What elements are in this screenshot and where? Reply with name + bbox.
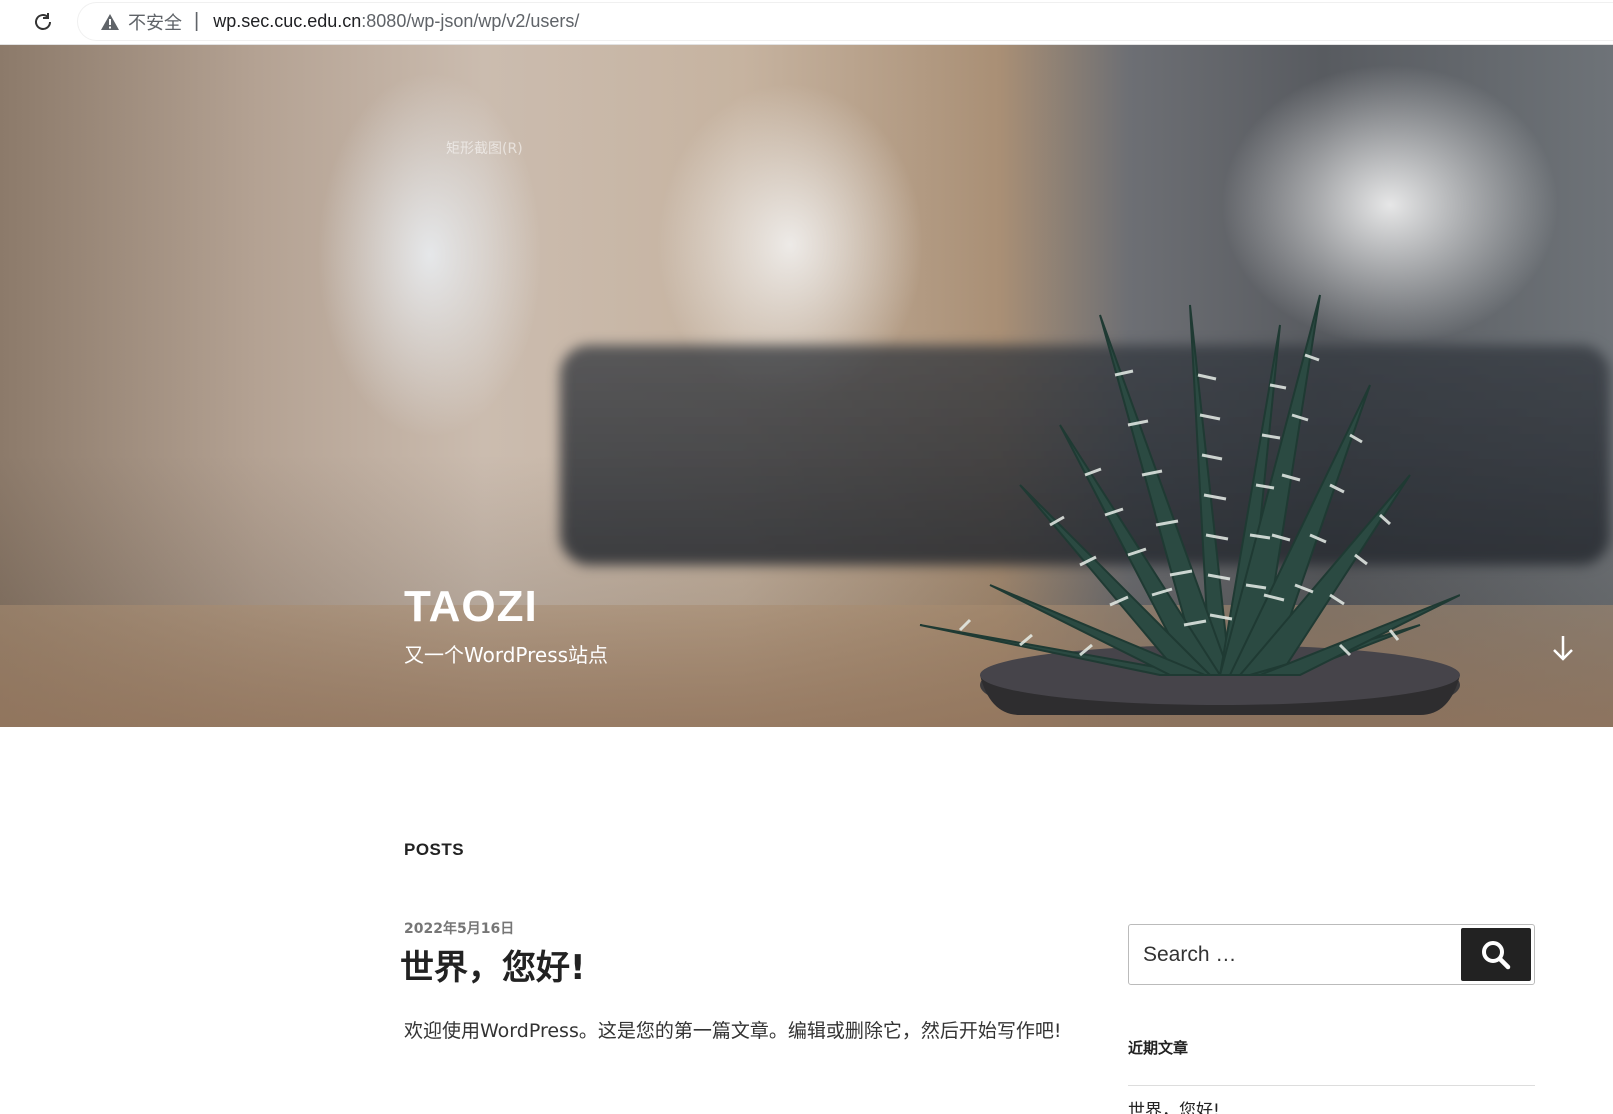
url-host: wp.sec.cuc.edu.cn (213, 11, 362, 31)
url-text[interactable]: wp.sec.cuc.edu.cn:8080/wp-json/wp/v2/use… (213, 11, 579, 32)
arrow-down-icon[interactable] (1548, 631, 1578, 665)
search-button[interactable] (1461, 928, 1531, 981)
divider (1128, 1085, 1535, 1086)
warning-icon[interactable] (100, 12, 120, 32)
site-title[interactable]: TAOZI (404, 582, 538, 632)
site-description: 又一个WordPress站点 (404, 643, 609, 667)
reload-icon[interactable] (28, 7, 58, 37)
succulent-plant-image (919, 294, 1460, 715)
recent-post-link[interactable]: 世界，您好! (1128, 1096, 1220, 1114)
screenshot-tooltip: 矩形截图(R) (446, 141, 523, 157)
recent-posts-heading: 近期文章 (1128, 1039, 1189, 1057)
posts-section-label: POSTS (404, 840, 465, 859)
url-path: :8080/wp-json/wp/v2/users/ (361, 11, 580, 31)
url-separator: | (194, 10, 200, 32)
security-label: 不安全 (128, 12, 182, 34)
address-bar[interactable]: 不安全 | wp.sec.cuc.edu.cn:8080/wp-json/wp/… (78, 3, 1613, 40)
header-image: 矩形截图(R) TAOZI 又一个WordPress站点 (0, 45, 1613, 727)
search-icon (1482, 940, 1511, 969)
search-form (1128, 924, 1535, 985)
post-date[interactable]: 2022年5月16日 (404, 918, 514, 938)
post-excerpt: 欢迎使用WordPress。这是您的第一篇文章。编辑或删除它，然后开始写作吧! (404, 1020, 1062, 1042)
browser-toolbar: 不安全 | wp.sec.cuc.edu.cn:8080/wp-json/wp/… (0, 0, 1613, 45)
post-title[interactable]: 世界，您好! (400, 940, 586, 989)
search-input[interactable] (1129, 925, 1449, 984)
